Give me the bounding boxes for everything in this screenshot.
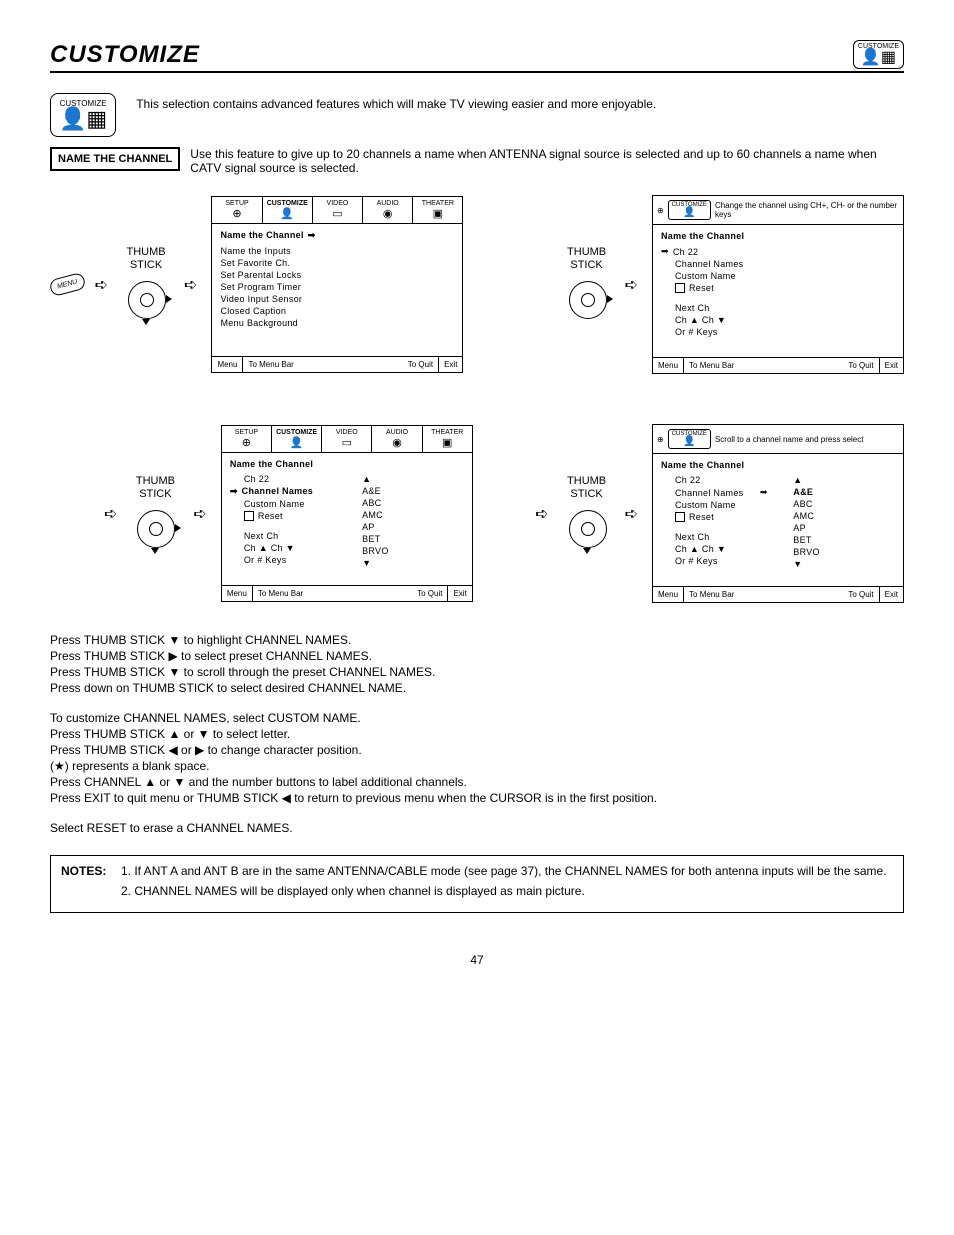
notes-box: NOTES: If ANT A and ANT B are in the sam… [50,855,904,913]
tab-theater: THEATER▣ [413,197,462,223]
tab-customize: CUSTOMIZE👤 [263,197,313,223]
person-icon: 👤▦ [59,108,107,130]
osd-panel-1: SETUP⊕ CUSTOMIZE👤 VIDEO▭ AUDIO◉ THEATER▣… [211,196,463,373]
thumb-stick-icon: THUMBSTICK [563,475,611,551]
page-title: CUSTOMIZE [50,41,200,69]
customize-large-icon: CUSTOMIZE 👤▦ [50,93,116,137]
thumb-stick-icon: THUMBSTICK [131,475,179,551]
nav-icon: ⊕ [657,435,664,444]
feature-label: NAME THE CHANNEL [50,147,180,171]
triangle-down-icon: ▼ [362,557,464,569]
intro-text: This selection contains advanced feature… [136,93,904,111]
arrow-right-icon: ➡ [308,230,316,241]
panel-row-1: MENU ➪ THUMBSTICK ➪ SETUP⊕ CUSTOMIZE👤 VI… [50,195,904,374]
checkbox-icon [675,283,685,293]
arrow-right-icon: ➪ [184,275,197,295]
panel-group-4: ➪ THUMBSTICK ➪ ⊕ CUSTOMIZE👤 Scroll to a … [531,424,904,603]
tab-audio: AUDIO◉ [372,426,422,452]
tab-customize: CUSTOMIZE👤 [272,426,322,452]
osd-panel-2: ⊕ CUSTOMIZE👤 Change the channel using CH… [652,195,904,374]
menu-button-icon: MENU [48,272,86,297]
arrow-right-icon: ➪ [95,275,108,295]
nav-icon: ⊕ [657,206,664,215]
customize-mini-icon: CUSTOMIZE👤 [668,200,711,220]
arrow-right-icon: ➪ [625,275,638,295]
osd-panel-3: SETUP⊕ CUSTOMIZE👤 VIDEO▭ AUDIO◉ THEATER▣… [221,425,473,602]
notes-label: NOTES: [61,864,106,904]
intro-row: CUSTOMIZE 👤▦ This selection contains adv… [50,93,904,137]
arrow-right-icon: ➪ [535,504,548,524]
tab-video: VIDEO▭ [322,426,372,452]
triangle-up-icon: ▲ [793,474,895,486]
arrow-right-icon: ➪ [193,504,206,524]
tab-audio: AUDIO◉ [363,197,413,223]
customize-badge-icon: CUSTOMIZE 👤▦ [853,40,904,69]
feature-desc: Use this feature to give up to 20 channe… [190,147,904,175]
page-number: 47 [50,953,904,967]
thumb-stick-icon: THUMBSTICK [563,246,611,322]
person-icon: 👤▦ [861,50,896,66]
panel-group-2: THUMBSTICK ➪ ⊕ CUSTOMIZE👤 Change the cha… [563,195,904,374]
triangle-up-icon: ▲ [362,473,464,485]
panels-area: MENU ➪ THUMBSTICK ➪ SETUP⊕ CUSTOMIZE👤 VI… [50,195,904,603]
thumb-stick-icon: THUMBSTICK [122,246,170,322]
arrow-right-icon: ➪ [625,504,638,524]
customize-mini-icon: CUSTOMIZE👤 [668,429,711,449]
osd-panel-4: ⊕ CUSTOMIZE👤 Scroll to a channel name an… [652,424,904,603]
tab-setup: SETUP⊕ [222,426,272,452]
arrow-right-icon: ➡ [230,486,238,497]
panel-group-3: ➪ THUMBSTICK ➪ SETUP⊕ CUSTOMIZE👤 VIDEO▭ … [50,424,473,603]
tab-video: VIDEO▭ [313,197,363,223]
page-header: CUSTOMIZE CUSTOMIZE 👤▦ [50,40,904,73]
tab-theater: THEATER▣ [423,426,472,452]
triangle-down-icon: ▼ [793,558,895,570]
checkbox-icon [244,511,254,521]
tab-setup: SETUP⊕ [212,197,262,223]
checkbox-icon [675,512,685,522]
panel-row-2: ➪ THUMBSTICK ➪ SETUP⊕ CUSTOMIZE👤 VIDEO▭ … [50,424,904,603]
arrow-right-icon: ➡ [760,487,768,498]
arrow-right-icon: ➪ [104,504,117,524]
feature-row: NAME THE CHANNEL Use this feature to giv… [50,147,904,175]
instructions: Press THUMB STICK ▼ to highlight CHANNEL… [50,633,904,835]
panel-group-1: MENU ➪ THUMBSTICK ➪ SETUP⊕ CUSTOMIZE👤 VI… [50,195,463,374]
arrow-right-icon: ➡ [661,246,669,257]
